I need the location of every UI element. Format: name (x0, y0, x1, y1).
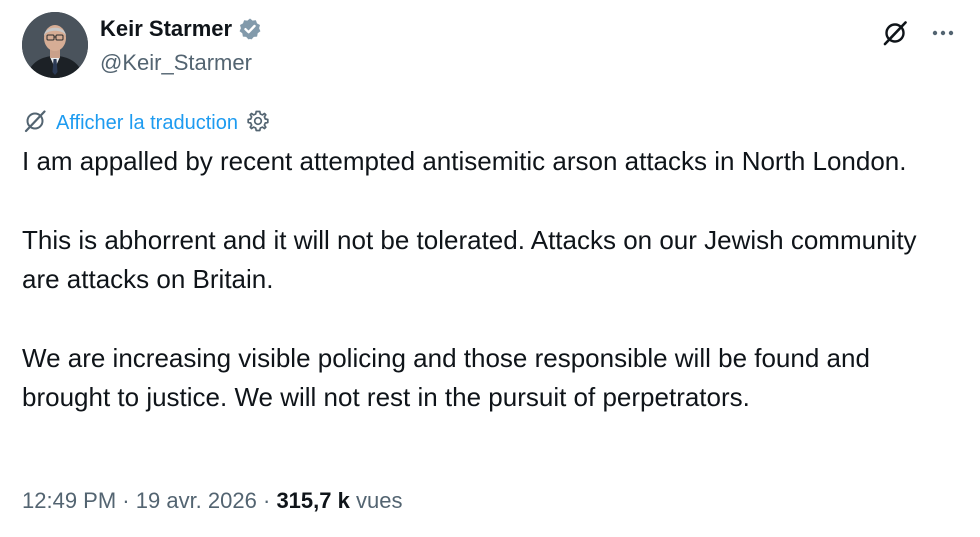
tweet-paragraph: This is abhorrent and it will not be tol… (22, 225, 917, 294)
tweet-meta: 12:49 PM · 19 avr. 2026 · 315,7 k vues (22, 486, 402, 516)
author-display-name[interactable]: Keir Starmer (100, 14, 232, 44)
views-count: 315,7 k (276, 488, 350, 513)
author-name-row: Keir Starmer (100, 14, 262, 44)
tweet-card: Keir Starmer @Keir_Starmer Afficher la t… (0, 0, 980, 537)
tweet-date[interactable]: 19 avr. 2026 (136, 488, 257, 513)
translate-icon (22, 108, 48, 139)
tweet-text: I am appalled by recent attempted antise… (22, 142, 942, 457)
tweet-paragraph: I am appalled by recent attempted antise… (22, 146, 907, 176)
meta-separator: · (262, 488, 271, 513)
more-icon[interactable] (928, 18, 958, 48)
grok-icon[interactable] (880, 18, 910, 48)
tweet-actions-top (880, 18, 958, 48)
author-handle[interactable]: @Keir_Starmer (100, 48, 252, 78)
views-label: vues (355, 488, 403, 513)
gear-icon[interactable] (246, 109, 270, 138)
avatar[interactable] (22, 12, 88, 78)
verified-badge-icon (238, 17, 262, 41)
show-translation-link[interactable]: Afficher la traduction (56, 112, 238, 135)
tweet-paragraph: We are increasing visible policing and t… (22, 343, 870, 412)
meta-separator: · (122, 488, 130, 513)
tweet-time[interactable]: 12:49 PM (22, 488, 116, 513)
translate-row: Afficher la traduction (22, 108, 270, 139)
